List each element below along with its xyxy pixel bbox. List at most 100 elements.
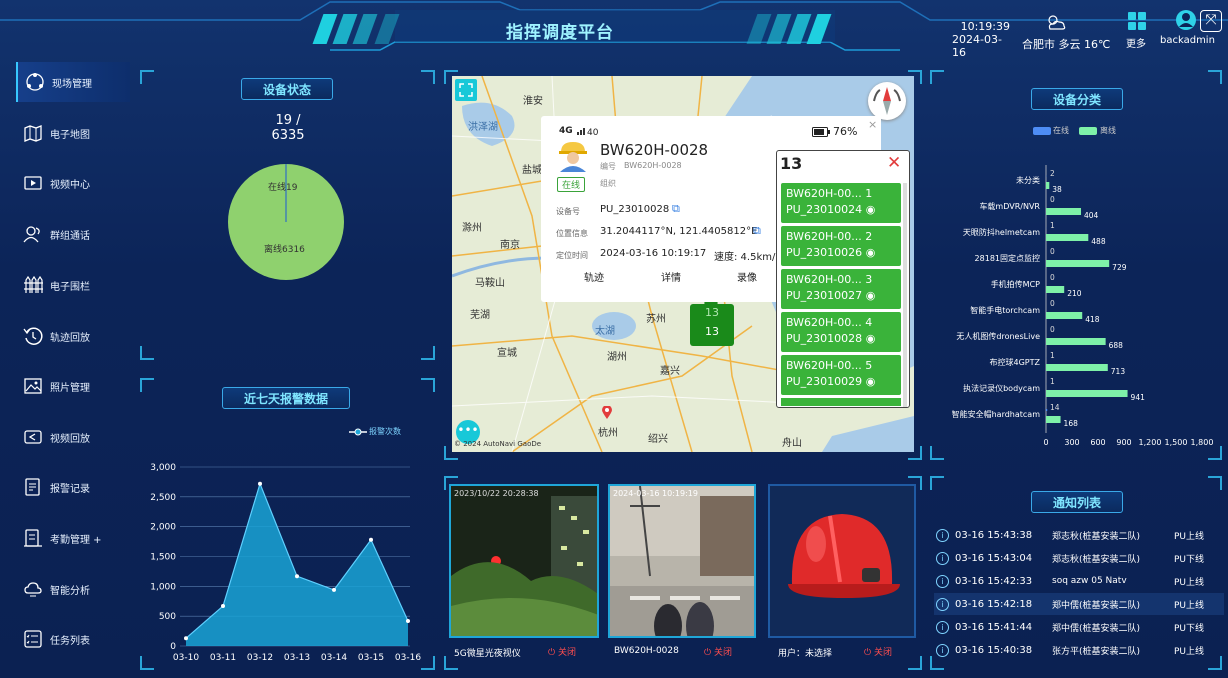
city-label: 湖州 bbox=[607, 352, 627, 363]
map-fullscreen-icon[interactable] bbox=[455, 79, 477, 101]
analysis-icon bbox=[22, 578, 44, 600]
x-tick-label: 1,500 bbox=[1165, 438, 1188, 447]
more-button[interactable]: 更多 bbox=[1126, 35, 1146, 50]
signal-type: 4G bbox=[559, 126, 573, 136]
bar-online-value: 1 bbox=[1050, 221, 1055, 230]
bar-offline bbox=[1046, 390, 1128, 397]
photo-icon bbox=[22, 375, 44, 397]
sidebar-item-label: 考勤管理 + bbox=[50, 534, 102, 546]
avatar[interactable] bbox=[1175, 9, 1197, 31]
sidebar-item-analysis[interactable]: 智能分析 bbox=[16, 569, 130, 609]
bar-offline-value: 488 bbox=[1091, 237, 1106, 246]
notice-time: 03-16 15:40:38 bbox=[955, 644, 1033, 656]
playback-icon bbox=[22, 426, 44, 448]
sidebar-item-label: 现场管理 bbox=[52, 78, 92, 90]
bar-online-value: 1 bbox=[1050, 351, 1055, 360]
time-label: 定位时间 bbox=[556, 251, 588, 260]
map-cluster-marker[interactable]: 13 13 bbox=[690, 295, 734, 346]
fullscreen-exit-icon[interactable]: ⤧ bbox=[1200, 10, 1222, 32]
notice-row[interactable]: i 03-16 15:42:18 郑中儒(桩基安装二队) PU上线 bbox=[934, 593, 1224, 615]
bar-offline bbox=[1046, 234, 1089, 241]
notice-row[interactable]: i 03-16 15:43:04 郑志秋(桩基安装二队) PU下线 bbox=[934, 547, 1224, 569]
video-close-button[interactable]: ⏻ 关闭 bbox=[548, 645, 576, 658]
sidebar-item-track[interactable]: 轨迹回放 bbox=[16, 316, 130, 356]
device-list-pu: PU_23010026 bbox=[786, 246, 863, 259]
popup-close-icon[interactable]: × bbox=[868, 118, 877, 131]
helmet-image bbox=[770, 486, 914, 636]
device-list-close-icon[interactable]: ✕ bbox=[887, 153, 901, 173]
alarm-area-chart: 0 500 1,000 1,500 2,000 2,500 3,000 03-10 03-11 0… bbox=[150, 463, 421, 663]
sidebar-item-map[interactable]: 电子地图 bbox=[16, 113, 130, 153]
y-tick-label: 0 bbox=[170, 642, 176, 652]
notice-row[interactable]: i 03-16 15:43:38 郑志秋(桩基安装二队) PU上线 bbox=[934, 524, 1224, 546]
record-link[interactable]: 录像 bbox=[737, 269, 757, 284]
notice-row[interactable]: i 03-16 15:41:44 郑中儒(桩基安装二队) PU下线 bbox=[934, 616, 1224, 638]
x-tick-label: 300 bbox=[1064, 438, 1079, 447]
code-label: 编号 bbox=[600, 162, 616, 171]
city-label: 舟山 bbox=[782, 438, 802, 449]
page-title: 指挥调度平台 bbox=[506, 23, 614, 43]
alarm-point bbox=[295, 574, 299, 579]
night-scene-image bbox=[451, 486, 597, 636]
sidebar-item-task[interactable]: 任务列表 bbox=[16, 619, 130, 659]
device-no-value: PU_23010028 bbox=[600, 204, 670, 215]
video-feed-2[interactable]: 2024-03-16 10:19:19 bbox=[608, 484, 756, 638]
alarm-point bbox=[406, 618, 410, 623]
scrollbar[interactable] bbox=[903, 183, 907, 407]
notice-row[interactable]: i 03-16 15:42:33 soq azw 05 Natv PU上线 bbox=[934, 570, 1224, 592]
sidebar-item-site[interactable]: 现场管理 bbox=[16, 62, 130, 102]
sidebar-item-photo[interactable]: 照片管理 bbox=[16, 366, 130, 406]
detail-link[interactable]: 详情 bbox=[661, 269, 681, 284]
device-list-item[interactable]: BW620H-00... 2 PU_23010026 ◉ bbox=[781, 226, 901, 266]
sidebar-item-alarm[interactable]: 报警记录 bbox=[16, 467, 130, 507]
video-close-button[interactable]: ⏻ 关闭 bbox=[864, 645, 892, 658]
category-label: 未分类 bbox=[1016, 175, 1040, 185]
device-status-title: 设备状态 bbox=[241, 78, 333, 100]
city-label: 太湖 bbox=[595, 326, 615, 337]
device-category-bar-chart: 未分类 2 38 车载mDVR/NVR 0 404 天眼防抖helmetcam 1 488 281… bbox=[952, 165, 1213, 447]
bar-offline-value: 38 bbox=[1052, 185, 1062, 194]
device-list-name: BW620H-00... bbox=[786, 187, 862, 200]
info-icon: i bbox=[936, 620, 949, 634]
weather-text: 合肥市 多云 16℃ bbox=[1022, 38, 1111, 51]
video-feed-3[interactable] bbox=[768, 484, 916, 638]
compass-icon[interactable] bbox=[868, 82, 906, 120]
device-list-item[interactable]: BW620H-00... 4 PU_23010028 ◉ bbox=[781, 312, 901, 352]
device-list-item[interactable]: BW620H-00... 1 PU_23010024 ◉ bbox=[781, 183, 901, 223]
info-icon: i bbox=[936, 551, 949, 565]
copy-icon[interactable]: ⧉ bbox=[672, 202, 680, 216]
notice-status: PU下线 bbox=[1174, 623, 1205, 634]
site-icon bbox=[24, 71, 46, 93]
category-label: 布控球4GPTZ bbox=[990, 357, 1041, 367]
bar-offline-value: 688 bbox=[1109, 341, 1124, 350]
sidebar-item-group[interactable]: 群组通话 bbox=[16, 214, 130, 254]
power-icon: ⏻ bbox=[548, 648, 556, 658]
bar-offline bbox=[1046, 416, 1061, 423]
bar-offline bbox=[1046, 260, 1110, 267]
video-feed-1[interactable]: 2023/10/22 20:28:38 bbox=[449, 484, 599, 638]
category-label: 车载mDVR/NVR bbox=[979, 201, 1040, 211]
bar-online-value: 0 bbox=[1050, 299, 1055, 308]
city-label: 芜湖 bbox=[470, 310, 490, 321]
device-list-name: BW620H-00... bbox=[786, 230, 862, 243]
sidebar-item-label: 群组通话 bbox=[50, 230, 90, 242]
info-icon: i bbox=[936, 574, 949, 588]
x-tick-label: 03-13 bbox=[284, 653, 310, 663]
device-list-item[interactable]: BW620H-00... 5 PU_23010029 ◉ bbox=[781, 355, 901, 395]
sidebar-item-video[interactable]: 视频中心 bbox=[16, 163, 130, 203]
video-label: 用户：未选择 bbox=[778, 649, 833, 659]
notice-row[interactable]: i 03-16 15:40:38 张方平(桩基安装二队) PU上线 bbox=[934, 639, 1224, 661]
sidebar-item-fence[interactable]: 电子围栏 bbox=[16, 265, 130, 305]
city-label: 苏州 bbox=[646, 314, 666, 325]
grid-menu-icon[interactable] bbox=[1127, 11, 1147, 31]
sidebar-item-attendance[interactable]: 考勤管理 + bbox=[16, 518, 130, 558]
legend-online-swatch bbox=[1033, 127, 1051, 135]
sidebar-item-playback[interactable]: 视频回放 bbox=[16, 417, 130, 457]
device-list-item[interactable]: BW620H-00... 3 PU_23010027 ◉ bbox=[781, 269, 901, 309]
y-tick-label: 500 bbox=[159, 612, 176, 622]
copy-icon[interactable]: ⧉ bbox=[753, 224, 761, 238]
track-link[interactable]: 轨迹 bbox=[584, 269, 604, 284]
map-pin-icon[interactable] bbox=[602, 406, 612, 420]
device-list-index: 3 bbox=[865, 273, 873, 286]
video-close-button[interactable]: ⏻ 关闭 bbox=[704, 645, 732, 658]
